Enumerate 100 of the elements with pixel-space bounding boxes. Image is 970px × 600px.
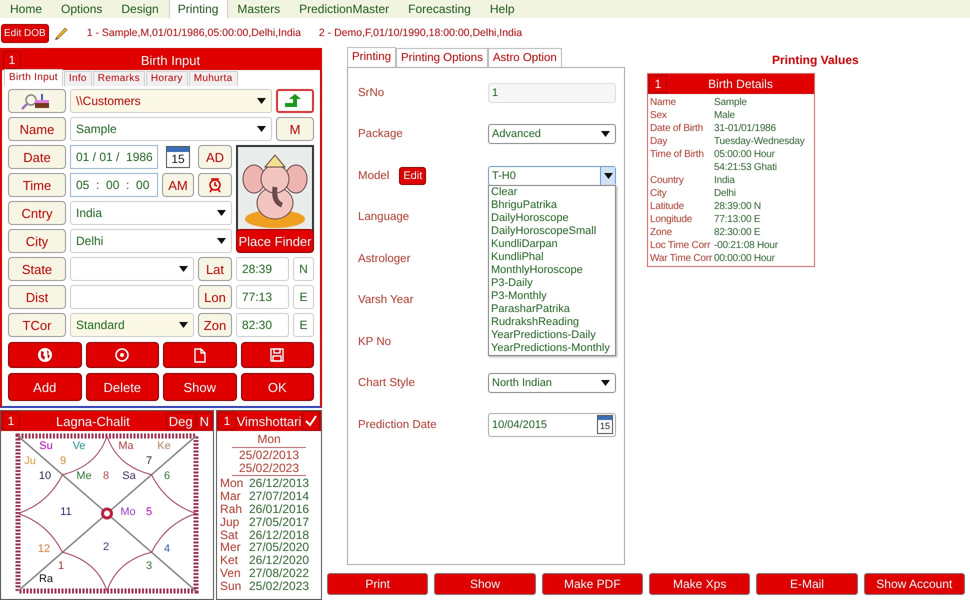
- serial-number-field[interactable]: 1: [488, 82, 616, 103]
- dropdown-arrow-icon[interactable]: [179, 322, 188, 328]
- time-label-button[interactable]: Time: [8, 173, 66, 197]
- dropdown-arrow-icon[interactable]: [257, 126, 266, 132]
- save-button[interactable]: [240, 342, 314, 368]
- date-field[interactable]: 01 / 01 / 1986: [70, 145, 158, 169]
- zone-label-button[interactable]: Zon: [198, 313, 232, 337]
- name-label-button[interactable]: Name: [8, 117, 66, 141]
- state-label-button[interactable]: State: [8, 257, 66, 281]
- globe-button[interactable]: [8, 342, 82, 368]
- action-button[interactable]: Print: [327, 573, 428, 595]
- target-button[interactable]: [86, 342, 159, 368]
- menu-item[interactable]: Forecasting: [399, 0, 481, 18]
- dropdown-option[interactable]: P3-Monthly: [489, 290, 615, 303]
- menu-item[interactable]: Options: [52, 0, 112, 18]
- new-document-button[interactable]: [163, 342, 236, 368]
- edit-button[interactable]: Edit: [399, 166, 426, 185]
- menu-item[interactable]: Printing: [168, 0, 228, 18]
- latitude-direction[interactable]: N: [293, 257, 314, 281]
- dropdown-option[interactable]: DailyHoroscope: [489, 212, 615, 225]
- longitude-field[interactable]: 77:13: [236, 285, 289, 309]
- district-field[interactable]: [70, 285, 194, 309]
- tab[interactable]: Printing Options: [396, 48, 488, 67]
- longitude-label-button[interactable]: Lon: [198, 285, 232, 309]
- sex-button[interactable]: M: [276, 117, 314, 141]
- time-correction-field[interactable]: Standard: [70, 313, 194, 337]
- longitude-direction[interactable]: E: [293, 285, 314, 309]
- action-button[interactable]: OK: [240, 373, 314, 401]
- tab[interactable]: Birth Input: [4, 69, 63, 86]
- dropdown-arrow-icon[interactable]: [217, 238, 226, 244]
- action-button[interactable]: Add: [8, 373, 82, 401]
- n-toggle-button[interactable]: N: [196, 412, 212, 430]
- time-field[interactable]: 05 : 00 : 00: [70, 173, 158, 197]
- dropdown-option[interactable]: KundliDarpan: [489, 238, 615, 251]
- dropdown-field[interactable]: Advanced: [488, 124, 616, 144]
- dropdown-option[interactable]: Clear: [489, 186, 615, 199]
- action-button[interactable]: Delete: [86, 373, 159, 401]
- tab[interactable]: Horary: [146, 71, 188, 86]
- action-button[interactable]: Show: [163, 373, 236, 401]
- tab[interactable]: Astro Option: [488, 48, 562, 67]
- action-button[interactable]: E-Mail: [756, 573, 858, 595]
- dropdown-field[interactable]: North Indian: [488, 373, 616, 394]
- date-label-button[interactable]: Date: [8, 145, 66, 169]
- dropdown-option[interactable]: MonthlyHoroscope: [489, 264, 615, 277]
- menu-item[interactable]: Design: [112, 0, 169, 18]
- recent-record-link[interactable]: 1 - Sample,M,01/01/1986,05:00:00,Delhi,India: [86, 27, 301, 39]
- tab[interactable]: Remarks: [92, 71, 145, 86]
- time-correction-label-button[interactable]: TCor: [8, 313, 66, 337]
- era-button[interactable]: AD: [198, 145, 232, 169]
- dropdown-option[interactable]: DailyHoroscopeSmall: [489, 225, 615, 238]
- latitude-label-button[interactable]: Lat: [198, 257, 232, 281]
- up-folder-button[interactable]: [276, 89, 314, 113]
- dropdown-arrow-icon[interactable]: [257, 98, 266, 104]
- recent-record-link[interactable]: 2 - Demo,F,01/10/1990,18:00:00,Delhi,India: [318, 27, 522, 39]
- city-label-button[interactable]: City: [8, 229, 66, 253]
- menu-item[interactable]: Help: [480, 0, 525, 18]
- dropdown-option[interactable]: YearPredictions-Monthly: [489, 342, 615, 355]
- meridiem-button[interactable]: AM: [162, 173, 194, 197]
- date-field[interactable]: 10/04/2015 15: [488, 412, 616, 437]
- dropdown-field[interactable]: T-H0: [488, 166, 616, 186]
- check-icon[interactable]: [302, 411, 320, 431]
- action-button[interactable]: Show: [434, 573, 536, 595]
- alarm-clock-button[interactable]: [198, 173, 232, 197]
- dropdown-arrow-icon[interactable]: [601, 380, 610, 386]
- dropdown-arrow-icon[interactable]: [179, 266, 188, 272]
- edit-dob-button[interactable]: Edit DOB: [1, 24, 49, 42]
- calendar-icon[interactable]: 15: [166, 146, 190, 168]
- city-field[interactable]: Delhi: [70, 229, 232, 253]
- menu-item[interactable]: Home: [1, 0, 52, 18]
- dropdown-option[interactable]: BhriguPatrika: [489, 199, 615, 212]
- state-field[interactable]: [70, 257, 194, 281]
- search-record-button[interactable]: [8, 89, 66, 113]
- pencil-icon[interactable]: [52, 25, 69, 41]
- dropdown-option[interactable]: P3-Daily: [489, 277, 615, 290]
- tab[interactable]: Printing: [347, 47, 396, 67]
- degree-toggle-button[interactable]: Deg: [166, 412, 196, 430]
- tab[interactable]: Info: [64, 71, 92, 86]
- dropdown-arrow-icon[interactable]: [217, 210, 226, 216]
- dropdown-option[interactable]: KundliPhal: [489, 251, 615, 264]
- calendar-icon[interactable]: 15: [597, 415, 613, 434]
- place-finder-button[interactable]: Place Finder: [236, 229, 314, 253]
- dropdown-arrow-icon[interactable]: [604, 172, 612, 179]
- district-label-button[interactable]: Dist: [8, 285, 66, 309]
- action-button[interactable]: Show Account: [864, 573, 965, 595]
- dropdown-option[interactable]: ParasharPatrika: [489, 303, 615, 316]
- latitude-field[interactable]: 28:39: [236, 257, 289, 281]
- action-button[interactable]: Make PDF: [542, 573, 643, 595]
- menu-item[interactable]: PredictionMaster: [290, 0, 400, 18]
- country-label-button[interactable]: Cntry: [8, 201, 66, 225]
- zone-field[interactable]: 82:30: [236, 313, 289, 337]
- zone-direction[interactable]: E: [293, 313, 314, 337]
- name-field[interactable]: Sample: [70, 117, 272, 141]
- country-field[interactable]: India: [70, 201, 232, 225]
- action-button[interactable]: Make Xps: [648, 573, 750, 595]
- menu-item[interactable]: Masters: [228, 0, 290, 18]
- folder-field[interactable]: \\Customers: [70, 89, 272, 113]
- dropdown-option[interactable]: RudrakshReading: [489, 316, 615, 329]
- dropdown-arrow-icon[interactable]: [601, 131, 610, 138]
- dropdown-option[interactable]: YearPredictions-Daily: [489, 329, 615, 342]
- tab[interactable]: Muhurta: [188, 71, 238, 86]
